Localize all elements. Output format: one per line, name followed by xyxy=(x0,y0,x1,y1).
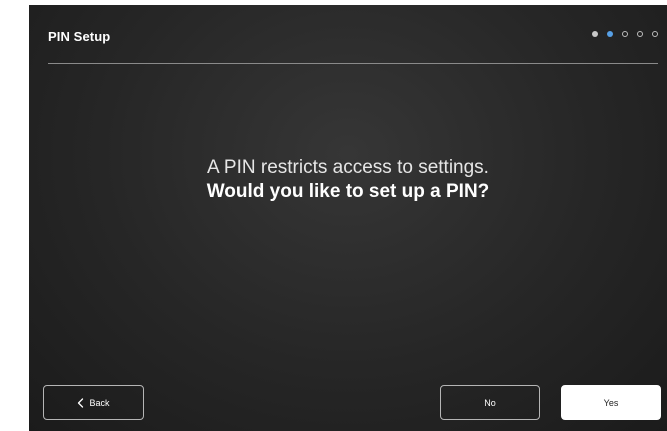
prompt-question: Would you like to set up a PIN? xyxy=(206,181,490,202)
yes-button[interactable]: Yes xyxy=(561,385,661,420)
prompt-message: A PIN restricts access to settings. Woul… xyxy=(29,157,667,203)
page-title: PIN Setup xyxy=(48,29,111,44)
back-button[interactable]: Back xyxy=(43,385,144,420)
header-divider xyxy=(48,63,658,64)
yes-button-label: Yes xyxy=(603,397,619,408)
prompt-description: A PIN restricts access to settings. xyxy=(207,157,489,178)
step-indicator xyxy=(592,31,658,37)
no-button[interactable]: No xyxy=(440,385,540,420)
step-dot-5 xyxy=(652,31,658,37)
no-button-label: No xyxy=(484,397,496,408)
step-dot-4 xyxy=(637,31,643,37)
chevron-left-icon xyxy=(77,397,84,408)
step-dot-1 xyxy=(592,31,598,37)
step-dot-3 xyxy=(622,31,628,37)
step-dot-2 xyxy=(607,31,613,37)
pin-setup-screen: PIN Setup A PIN restricts access to sett… xyxy=(29,5,667,431)
back-button-label: Back xyxy=(89,397,110,408)
